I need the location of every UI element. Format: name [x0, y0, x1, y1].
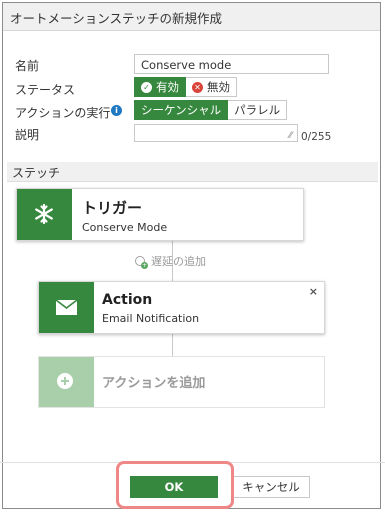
- add-action-card[interactable]: アクションを追加: [38, 356, 325, 408]
- status-toggle: ✓ 有効 ✕ 無効: [134, 77, 237, 97]
- stitch-section-label: ステッチ: [12, 166, 61, 180]
- cancel-button[interactable]: キャンセル: [232, 476, 310, 498]
- execution-label: アクションの実行: [15, 106, 111, 120]
- status-enabled-label: 有効: [156, 80, 179, 94]
- add-action-band: [39, 357, 94, 407]
- add-delay-label: 遅延の追加: [151, 255, 206, 268]
- remove-action-icon[interactable]: ×: [309, 285, 318, 298]
- execution-parallel-option[interactable]: パラレル: [228, 100, 288, 120]
- trigger-card[interactable]: トリガー Conserve Mode: [16, 188, 304, 241]
- action-subtitle: Email Notification: [102, 312, 200, 325]
- name-label: 名前: [15, 59, 40, 73]
- status-disabled-label: 無効: [207, 80, 230, 94]
- action-card[interactable]: Action Email Notification ×: [38, 281, 325, 334]
- clock-plus-icon: +: [135, 256, 148, 269]
- action-band: [39, 282, 94, 333]
- flow-connector: [172, 333, 173, 357]
- stitch-section-header: ステッチ: [7, 162, 378, 182]
- description-counter: 0/255: [301, 131, 332, 143]
- trigger-subtitle: Conserve Mode: [82, 221, 168, 234]
- plus-circle-icon: [57, 373, 73, 389]
- resize-handle-icon[interactable]: ⁄⁄: [289, 131, 292, 141]
- trigger-title: トリガー: [82, 199, 143, 217]
- execution-toggle: シーケンシャル パラレル: [134, 100, 288, 120]
- add-delay-link[interactable]: + 遅延の追加: [135, 253, 206, 269]
- description-label: 説明: [15, 128, 40, 142]
- status-disabled-option[interactable]: ✕ 無効: [186, 77, 237, 97]
- x-circle-icon: ✕: [192, 81, 203, 93]
- status-enabled-option[interactable]: ✓ 有効: [134, 77, 186, 97]
- dialog-title: オートメーションステッチの新規作成: [10, 11, 223, 26]
- ok-highlight-annotation: [116, 461, 234, 509]
- envelope-icon: [55, 299, 78, 315]
- name-input[interactable]: Conserve mode: [134, 54, 329, 74]
- trigger-band: [17, 189, 72, 240]
- add-action-label: アクションを追加: [102, 376, 206, 391]
- description-textarea[interactable]: [134, 124, 298, 142]
- action-title: Action: [102, 292, 153, 308]
- execution-sequential-option[interactable]: シーケンシャル: [134, 100, 229, 120]
- dialog-titlebar: オートメーションステッチの新規作成: [3, 3, 380, 31]
- check-circle-icon: ✓: [141, 81, 152, 93]
- info-icon[interactable]: i: [111, 105, 122, 116]
- snowflake-icon: [35, 203, 53, 225]
- status-label: ステータス: [15, 83, 76, 97]
